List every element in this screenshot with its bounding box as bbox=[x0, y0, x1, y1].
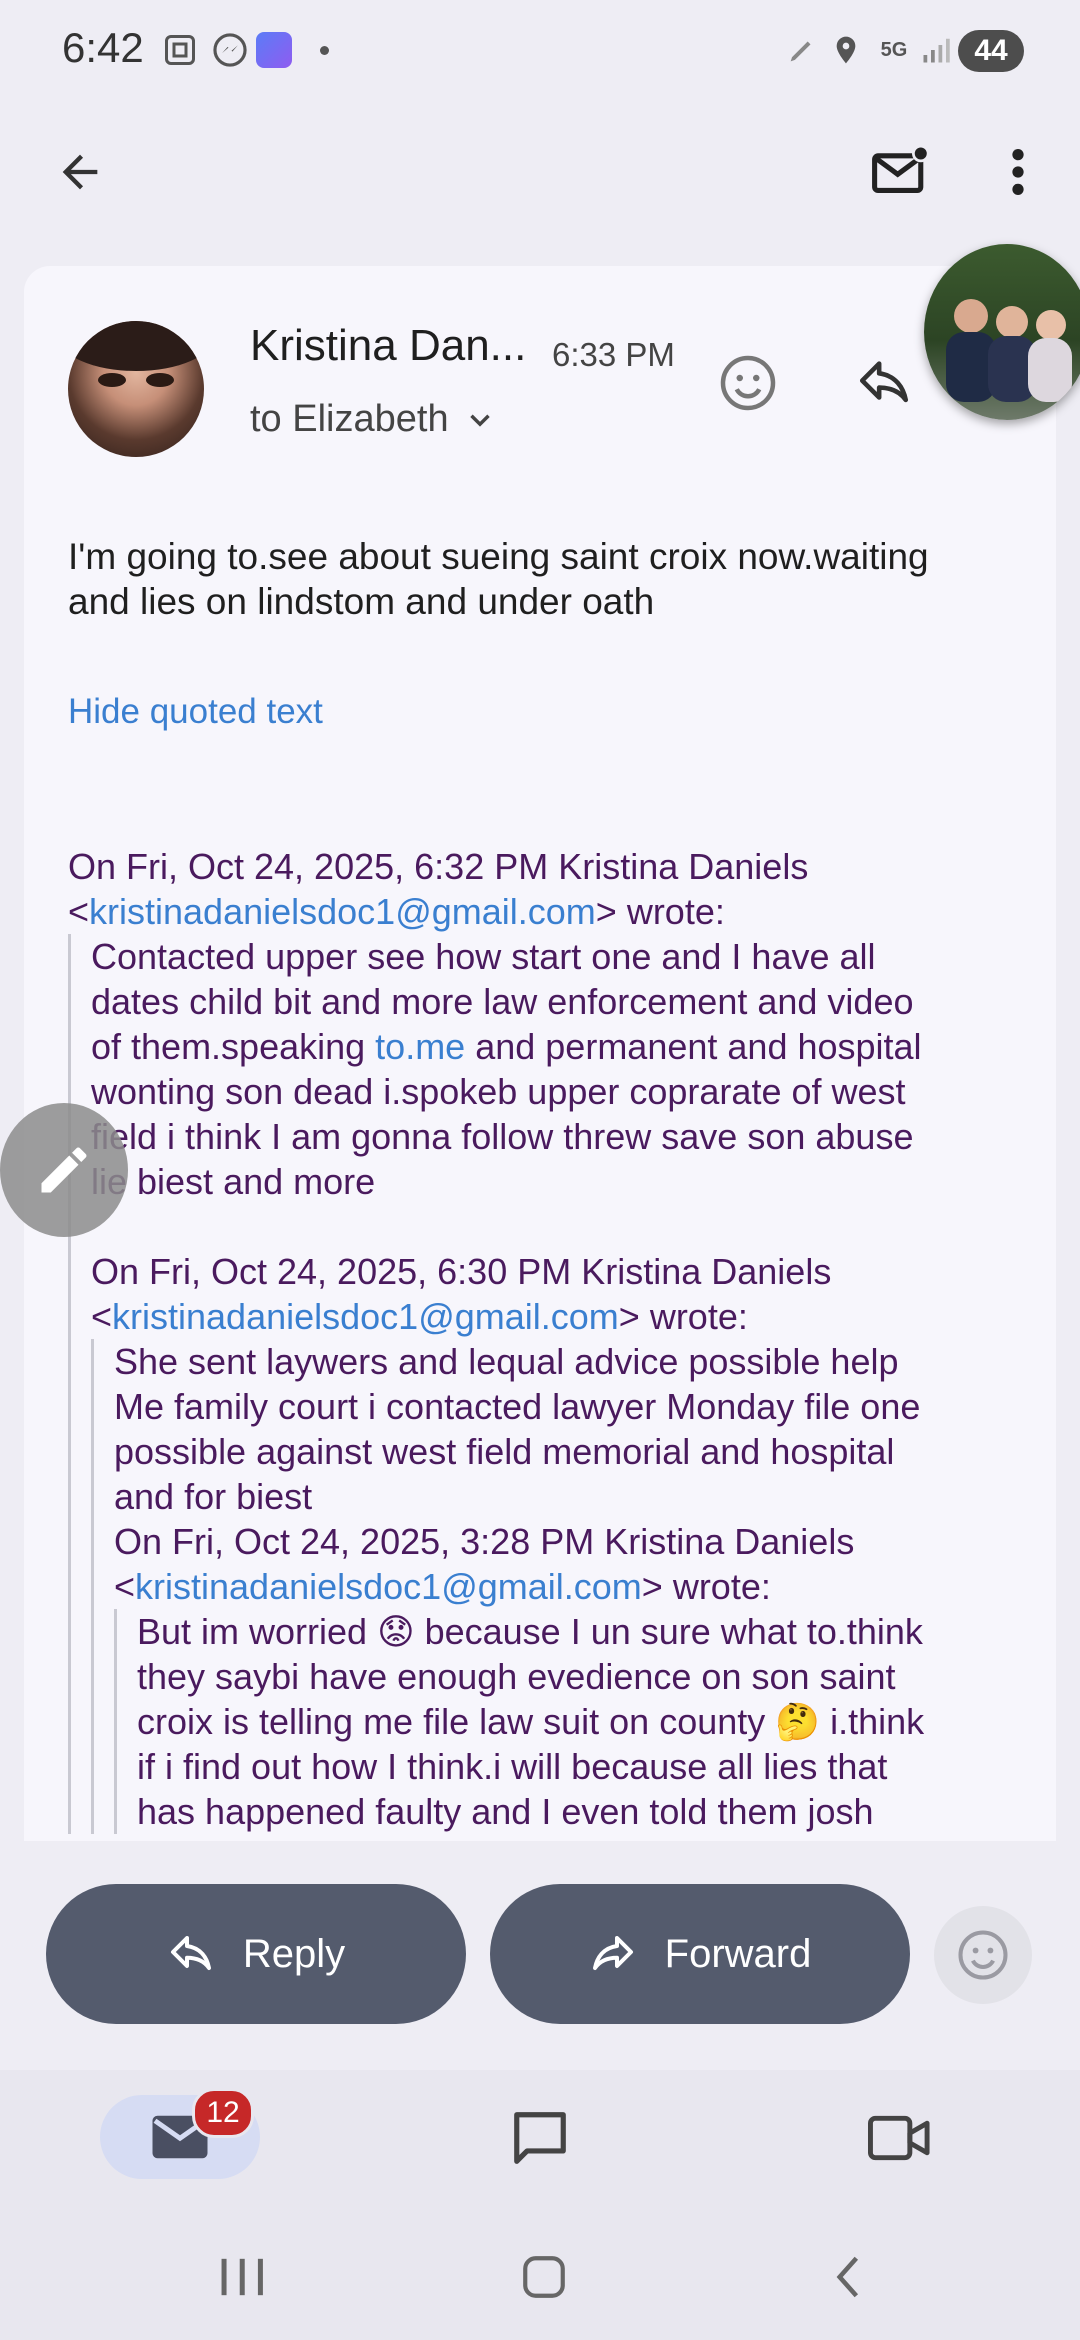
quote-header: On Fri, Oct 24, 2025, 6:32 PM Kristina D… bbox=[68, 844, 1048, 934]
quote-line: She sent laywers and lequal advice possi… bbox=[114, 1341, 899, 1382]
status-bar: 6:42 5G 44 bbox=[0, 0, 1080, 100]
quote-line: wonting son dead i.spokeb upper coprarat… bbox=[91, 1071, 906, 1112]
home-icon[interactable] bbox=[512, 2245, 576, 2309]
system-navigation-bar bbox=[0, 2215, 1080, 2340]
quote-wrote: > wrote: bbox=[595, 891, 725, 932]
messenger-icon bbox=[208, 30, 252, 70]
quote-header: On Fri, Oct 24, 2025, 6:30 PM Kristina D… bbox=[91, 1249, 1048, 1339]
more-vert-icon[interactable] bbox=[978, 132, 1058, 212]
forward-icon bbox=[592, 1936, 633, 1970]
quote-header-text: On Fri, Oct 24, 2025, 3:28 PM Kristina D… bbox=[114, 1521, 855, 1562]
reply-button[interactable]: Reply bbox=[46, 1884, 466, 2024]
compose-button[interactable] bbox=[0, 1103, 128, 1237]
dot-icon bbox=[314, 30, 334, 70]
avatar[interactable] bbox=[68, 321, 204, 457]
quoted-thread: On Fri, Oct 24, 2025, 6:32 PM Kristina D… bbox=[68, 844, 1048, 1834]
battery-level: 44 bbox=[974, 34, 1008, 67]
quote-line: lie biest and more bbox=[91, 1161, 376, 1202]
network-label: 5G bbox=[880, 38, 908, 61]
emoji-icon bbox=[958, 1930, 1008, 1980]
email-link[interactable]: kristinadanielsdoc1@gmail.com bbox=[112, 1296, 619, 1337]
add-reaction-button[interactable] bbox=[934, 1906, 1032, 2004]
email-link[interactable]: kristinadanielsdoc1@gmail.com bbox=[135, 1566, 642, 1607]
quote-line: field i think I am gonna follow threw sa… bbox=[91, 1116, 914, 1157]
tab-meet[interactable] bbox=[860, 2098, 940, 2178]
quote-header-text: On Fri, Oct 24, 2025, 6:30 PM Kristina D… bbox=[91, 1251, 832, 1292]
meet-icon bbox=[868, 2115, 930, 2161]
message-card: Kristina Dan... 6:33 PM to Elizabeth I'm… bbox=[24, 266, 1056, 1841]
quote-block: But im worried 😟 because I un sure what … bbox=[114, 1609, 1048, 1834]
status-time: 6:42 bbox=[62, 24, 144, 71]
back-nav-icon[interactable] bbox=[816, 2245, 880, 2309]
quote-line: they saybi have enough evedience on son … bbox=[137, 1656, 896, 1697]
tab-chat[interactable] bbox=[500, 2098, 580, 2178]
message-time: 6:33 PM bbox=[552, 336, 675, 373]
pen-icon bbox=[782, 30, 822, 70]
quote-header-text: On Fri, Oct 24, 2025, 6:32 PM Kristina D… bbox=[68, 846, 809, 887]
battery-icon: 44 bbox=[958, 30, 1024, 72]
message-body-line: I'm going to.see about sueing saint croi… bbox=[68, 536, 929, 577]
quote-line: croix is telling me file law suit on cou… bbox=[137, 1701, 925, 1742]
reply-icon bbox=[170, 1936, 211, 1970]
hide-quoted-text-link[interactable]: Hide quoted text bbox=[68, 692, 323, 732]
quote-line: dates child bit and more law enforcement… bbox=[91, 981, 914, 1022]
email-link[interactable]: kristinadanielsdoc1@gmail.com bbox=[89, 891, 596, 932]
unread-count-badge: 12 bbox=[192, 2088, 254, 2138]
message-action-bar: Reply Forward bbox=[0, 1842, 1080, 2067]
quote-line: and permanent and hospital bbox=[465, 1026, 922, 1067]
recent-apps-icon[interactable] bbox=[212, 2245, 272, 2309]
add-reaction-icon[interactable] bbox=[708, 343, 788, 423]
quote-line: if i find out how I think.i will because… bbox=[137, 1746, 888, 1787]
recipients-label: to Elizabeth bbox=[250, 398, 449, 440]
inline-link[interactable]: to.me bbox=[375, 1026, 465, 1067]
quote-line: But im worried 😟 because I un sure what … bbox=[137, 1611, 923, 1652]
chat-head-avatar[interactable] bbox=[924, 244, 1080, 420]
message-body-line: and lies on lindstom and under oath bbox=[68, 581, 655, 622]
reply-label: Reply bbox=[242, 1931, 346, 1976]
quote-line: and for biest bbox=[114, 1476, 313, 1517]
forward-button[interactable]: Forward bbox=[490, 1884, 910, 2024]
forward-label: Forward bbox=[664, 1931, 812, 1976]
app-icon bbox=[254, 30, 294, 70]
quote-wrote: > wrote: bbox=[618, 1296, 748, 1337]
quote-line: possible against west field memorial and… bbox=[114, 1431, 895, 1472]
screenshot-icon bbox=[158, 30, 202, 70]
mark-unread-icon[interactable] bbox=[860, 132, 940, 212]
quote-wrote: > wrote: bbox=[641, 1566, 771, 1607]
quote-line: has happened faulty and I even told them… bbox=[137, 1791, 874, 1832]
quote-line: Me family court i contacted lawyer Monda… bbox=[114, 1386, 921, 1427]
location-icon bbox=[826, 30, 866, 70]
quote-line: of them.speaking bbox=[91, 1026, 376, 1067]
chat-icon bbox=[514, 2112, 566, 2164]
quote-block: She sent laywers and lequal advice possi… bbox=[91, 1339, 1048, 1834]
quote-block: Contacted upper see how start one and I … bbox=[68, 934, 1048, 1834]
arrow-back-icon[interactable] bbox=[40, 132, 120, 212]
network-5g-icon: 5G bbox=[872, 30, 916, 70]
chevron-down-icon bbox=[469, 414, 490, 427]
app-bar bbox=[0, 110, 1080, 240]
quote-line: Contacted upper see how start one and I … bbox=[91, 936, 876, 977]
signal-icon bbox=[918, 30, 954, 70]
message-body: I'm going to.see about sueing saint croi… bbox=[68, 534, 1028, 624]
quote-header: On Fri, Oct 24, 2025, 3:28 PM Kristina D… bbox=[114, 1519, 1048, 1609]
bottom-navigation: 12 bbox=[0, 2070, 1080, 2215]
reply-icon[interactable] bbox=[844, 343, 924, 423]
recipients-toggle[interactable]: to Elizabeth bbox=[250, 398, 497, 441]
sender-name[interactable]: Kristina Dan... bbox=[250, 321, 526, 371]
pencil-icon bbox=[41, 1147, 87, 1193]
